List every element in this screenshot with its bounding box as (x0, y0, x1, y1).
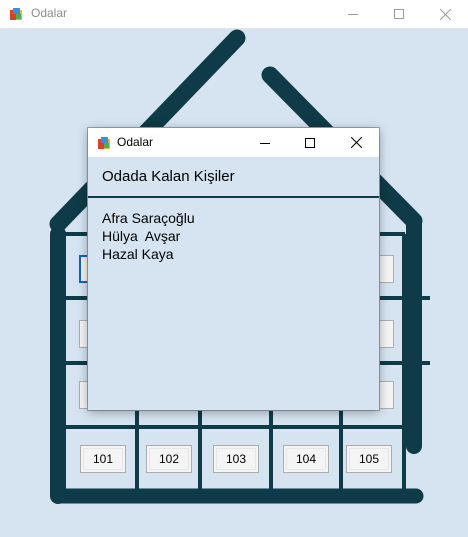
close-button[interactable] (422, 0, 468, 28)
heading-divider (88, 196, 379, 198)
maximize-icon (305, 137, 315, 148)
minimize-icon (348, 14, 358, 15)
dialog-heading: Odada Kalan Kişiler (102, 168, 235, 185)
room-button-103[interactable]: 103 (213, 445, 259, 473)
occupant-list: Afra Saraçoğlu Hülya Avşar Hazal Kaya (102, 209, 195, 263)
minimize-button[interactable] (330, 0, 376, 28)
close-icon (439, 8, 451, 20)
outer-title-bar: Odalar (0, 0, 468, 29)
room-button-102[interactable]: 102 (146, 445, 192, 473)
maximize-button[interactable] (376, 0, 422, 28)
occupant-name: Afra Saraçoğlu (102, 210, 195, 226)
occupant-name: Hülya Avşar (102, 228, 181, 244)
maximize-icon (394, 9, 404, 19)
close-icon (350, 137, 362, 148)
occupants-dialog: Odalar Odada Kalan Kişiler Afra Saraçoğl… (88, 128, 379, 410)
room-button-101[interactable]: 101 (80, 445, 126, 473)
room-button-partial[interactable] (378, 255, 394, 283)
room-button-104[interactable]: 104 (283, 445, 329, 473)
dialog-title: Odalar (117, 135, 154, 149)
room-button-105[interactable]: 105 (346, 445, 392, 473)
room-button-partial[interactable] (378, 320, 394, 348)
dialog-minimize-button[interactable] (242, 128, 288, 157)
occupant-name: Hazal Kaya (102, 246, 174, 262)
dialog-close-button[interactable] (333, 128, 379, 157)
dialog-title-bar: Odalar (88, 128, 379, 157)
room-button-partial[interactable] (378, 381, 394, 409)
app-icon (98, 137, 110, 149)
window-title: Odalar (31, 6, 68, 20)
app-icon (10, 8, 22, 20)
dialog-maximize-button[interactable] (287, 128, 333, 157)
minimize-icon (260, 142, 270, 144)
